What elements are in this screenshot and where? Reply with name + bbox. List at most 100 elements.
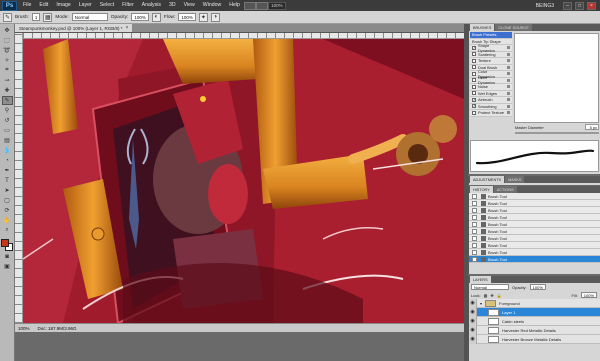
airbrush-checkbox[interactable]: ✓ (472, 97, 476, 102)
shape-tool-icon[interactable]: ▢ (2, 196, 13, 205)
maximize-button[interactable]: □ (575, 1, 584, 10)
history-state[interactable]: Brush Tool (469, 221, 600, 228)
menu-filter[interactable]: Filter (118, 0, 138, 11)
menu-file[interactable]: File (19, 0, 35, 11)
document-tab[interactable]: Steampunkmonkey.psd @ 100% (Layer 1, RGB… (15, 24, 133, 32)
quick-mask-icon[interactable]: ◙ (2, 252, 13, 261)
wet-edges-checkbox[interactable] (472, 91, 476, 96)
document-size-info[interactable]: Doc: 187.9M/3.96G (38, 326, 77, 331)
lock-position-icon[interactable]: ✥ (490, 293, 493, 298)
fill-field[interactable]: 100% (580, 292, 597, 298)
bridge-button[interactable] (243, 1, 256, 10)
history-state[interactable]: Brush Tool (469, 193, 600, 200)
menu-help[interactable]: Help (225, 0, 244, 11)
history-state[interactable]: Brush Tool (469, 228, 600, 235)
visibility-eye-icon[interactable]: ◉ (469, 298, 477, 308)
smoothing-checkbox[interactable]: ✓ (472, 104, 476, 109)
visibility-eye-icon[interactable]: ◉ (469, 307, 477, 317)
master-diameter-slider[interactable] (515, 132, 599, 134)
eraser-tool-icon[interactable]: ▭ (2, 126, 13, 135)
menu-edit[interactable]: Edit (35, 0, 52, 11)
noise-checkbox[interactable] (472, 84, 476, 89)
pen-tool-icon[interactable]: ✒ (2, 166, 13, 175)
tab-close-icon[interactable]: × (126, 25, 129, 31)
menu-window[interactable]: Window (199, 0, 225, 11)
expand-arrow-icon[interactable]: ▾ (480, 301, 482, 306)
mode-select[interactable]: Normal (71, 13, 108, 21)
blend-mode-select[interactable]: Normal (471, 284, 509, 290)
menu-view[interactable]: View (180, 0, 199, 11)
flow-field[interactable]: 100% (178, 13, 196, 21)
brush-size-picker[interactable]: 1 (31, 13, 41, 21)
protect-texture-checkbox[interactable] (472, 110, 476, 115)
history-state[interactable]: Brush Tool (469, 235, 600, 242)
foreground-color-swatch[interactable] (1, 239, 9, 247)
zoom-tool-icon[interactable]: ⌕ (2, 226, 13, 235)
move-tool-icon[interactable]: ✥ (2, 26, 13, 35)
minibridge-button[interactable] (255, 1, 268, 10)
pressure-opacity-icon[interactable]: ◐ (151, 12, 161, 22)
layer-group-foreground[interactable]: ◉ ▾ Foreground (469, 298, 600, 308)
history-state[interactable]: Brush Tool (469, 214, 600, 221)
texture-checkbox[interactable] (472, 58, 476, 63)
eyedropper-tool-icon[interactable]: ⊸ (2, 76, 13, 85)
shape-dynamics-checkbox[interactable]: ✓ (472, 45, 476, 50)
master-diameter-field[interactable]: 5 px (585, 124, 599, 130)
color-swatches[interactable] (1, 239, 13, 251)
layer-opacity-field[interactable]: 100% (529, 284, 546, 290)
history-state-current[interactable]: Brush Tool (469, 256, 600, 263)
brush-tip-grid[interactable] (514, 33, 599, 123)
quick-select-tool-icon[interactable]: ✧ (2, 56, 13, 65)
menu-select[interactable]: Select (96, 0, 118, 11)
tab-clone-source[interactable]: CLONE SOURCE (495, 24, 532, 31)
visibility-eye-icon[interactable]: ◉ (469, 334, 477, 344)
gradient-tool-icon[interactable]: ▤ (2, 136, 13, 145)
vertical-ruler[interactable] (15, 33, 23, 323)
clone-stamp-tool-icon[interactable]: ⚲ (2, 106, 13, 115)
status-zoom[interactable]: 100% (18, 326, 30, 331)
canvas[interactable] (23, 39, 464, 323)
tab-layers[interactable]: LAYERS (470, 276, 491, 283)
visibility-eye-icon[interactable]: ◉ (469, 316, 477, 326)
history-state[interactable]: Brush Tool (469, 242, 600, 249)
history-state[interactable]: Brush Tool (469, 200, 600, 207)
opacity-field[interactable]: 100% (131, 13, 149, 21)
workspace-switcher[interactable]: BEING3 (530, 3, 560, 9)
lock-pixels-icon[interactable]: ▦ (484, 293, 488, 298)
screen-mode-icon[interactable]: ▣ (2, 262, 13, 271)
tab-history[interactable]: HISTORY (470, 186, 493, 193)
airbrush-icon[interactable]: ✦ (198, 12, 208, 22)
dodge-tool-icon[interactable]: ◔ (2, 156, 13, 165)
tab-masks[interactable]: MASKS (505, 176, 525, 183)
menu-layer[interactable]: Layer (75, 0, 96, 11)
type-tool-icon[interactable]: T (2, 176, 13, 185)
other-dynamics-checkbox[interactable] (472, 78, 476, 83)
close-button[interactable]: × (587, 1, 596, 10)
dual-brush-checkbox[interactable] (472, 65, 476, 70)
tab-adjustments[interactable]: ADJUSTMENTS (470, 176, 505, 183)
marquee-tool-icon[interactable]: ⬚ (2, 36, 13, 45)
tab-brushes[interactable]: BRUSHES (470, 24, 495, 31)
menu-analysis[interactable]: Analysis (138, 0, 165, 11)
scattering-checkbox[interactable] (472, 52, 476, 57)
pressure-size-icon[interactable]: ◑ (210, 12, 220, 22)
brush-tool-icon[interactable]: ✎ (1, 96, 13, 105)
visibility-eye-icon[interactable]: ◉ (469, 325, 477, 335)
lock-all-icon[interactable]: 🔒 (497, 293, 502, 298)
zoom-level[interactable]: 100% (267, 1, 286, 10)
3d-rotate-tool-icon[interactable]: ⟳ (2, 206, 13, 215)
layer-row[interactable]: ◉ Harvester Red Metallic Details (469, 325, 600, 335)
layer-row[interactable]: ◉ Harvester Bronze Metallic Details (469, 334, 600, 344)
crop-tool-icon[interactable]: ⌗ (2, 66, 13, 75)
menu-3d[interactable]: 3D (165, 0, 180, 11)
lasso-tool-icon[interactable]: ➰ (2, 46, 13, 55)
layer-row[interactable]: ◉ Cabin steels (469, 316, 600, 326)
brush-panel-toggle-icon[interactable]: ▦ (43, 12, 53, 22)
healing-tool-icon[interactable]: ✚ (2, 86, 13, 95)
hand-tool-icon[interactable]: ✋ (2, 216, 13, 225)
menu-image[interactable]: Image (52, 0, 74, 11)
history-brush-tool-icon[interactable]: ↺ (2, 116, 13, 125)
minimize-button[interactable]: – (563, 1, 572, 10)
history-state[interactable]: Brush Tool (469, 207, 600, 214)
history-state[interactable]: Brush Tool (469, 249, 600, 256)
